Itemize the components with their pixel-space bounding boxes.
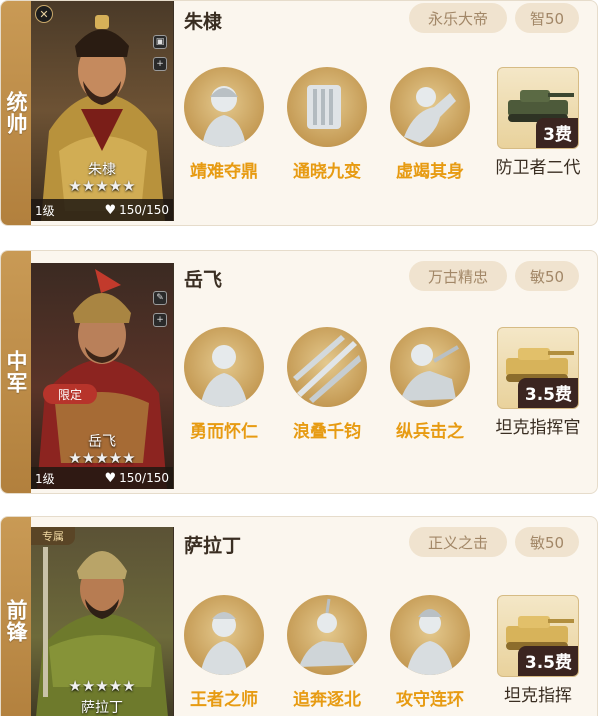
skill-slot[interactable]: 王者之师 — [181, 595, 267, 710]
title-pill: 正义之击 — [409, 527, 507, 557]
skill-label: 纵兵击之 — [396, 422, 464, 442]
add-icon[interactable]: + — [153, 57, 167, 71]
level-label: 1级 — [35, 203, 55, 218]
general-card-saladin[interactable]: 前锋 专属 ★★★★★ 萨拉丁 萨拉丁 正义之击 敏50 王者之师 追奔逐北 攻… — [0, 516, 598, 716]
skill-slot[interactable]: 靖难夺鼎 — [181, 67, 267, 182]
limited-badge: 限定 — [43, 384, 97, 404]
general-name: 朱棣 — [184, 11, 223, 33]
skill-icon — [200, 345, 248, 407]
skill-icon — [202, 86, 246, 147]
unit-label: 坦克指挥 — [504, 686, 572, 706]
title-pill: 永乐大帝 — [409, 3, 507, 33]
star-icon: ★★★★★ — [68, 677, 136, 695]
role-strip: 统帅 — [1, 1, 31, 225]
role-label: 前锋 — [4, 599, 28, 643]
general-portrait[interactable]: ✕ ▣ + 朱棣 ★★★★★ 1级 ♥ 150/150 — [31, 1, 174, 221]
role-strip: 前锋 — [1, 517, 31, 716]
skill-slot[interactable]: 追奔逐北 — [284, 595, 370, 710]
general-portrait[interactable]: ✎ + 岳飞 ★★★★★ 1级 ♥ 150/150 — [31, 263, 174, 489]
skill-icon — [404, 87, 456, 143]
skill-label: 勇而怀仁 — [190, 422, 258, 442]
skill-icon — [299, 598, 355, 667]
portrait-footer: 1级 ♥ 150/150 — [31, 467, 173, 489]
cost-badge: 3.5费 — [517, 646, 578, 676]
hp-value: 150/150 — [119, 471, 169, 485]
hp-display: ♥ 150/150 — [104, 203, 169, 218]
edit-icon[interactable]: ✎ — [153, 291, 167, 305]
general-portrait[interactable]: 专属 ★★★★★ 萨拉丁 — [31, 527, 174, 716]
close-icon[interactable]: ✕ — [35, 5, 53, 23]
unit-slot[interactable]: 3.5费 坦克指挥官 — [495, 327, 581, 439]
unit-slot[interactable]: 3费 防卫者二代 — [495, 67, 581, 179]
skill-slot[interactable]: 虚竭其身 — [387, 67, 473, 182]
skill-label: 浪叠千钧 — [293, 422, 361, 442]
hp-display: ♥ 150/150 — [104, 471, 169, 486]
skill-slot[interactable]: 浪叠千钧 — [284, 327, 370, 442]
general-card-yuefei[interactable]: 中军 ✎ + 岳飞 ★★★★★ 1级 ♥ 150/150 岳飞 万古精忠 敏50… — [0, 250, 598, 494]
heart-icon: ♥ — [104, 202, 117, 218]
skill-label: 攻守连环 — [396, 690, 464, 710]
hp-value: 150/150 — [119, 203, 169, 217]
skill-icon — [307, 85, 341, 129]
add-icon[interactable]: + — [153, 313, 167, 327]
skill-slot[interactable]: 通晓九变 — [284, 67, 370, 182]
portrait-footer: 1级 ♥ 150/150 — [31, 199, 173, 221]
skill-label: 靖难夺鼎 — [190, 162, 258, 182]
portrait-name: 岳飞 — [88, 434, 116, 450]
skill-slot[interactable]: 勇而怀仁 — [181, 327, 267, 442]
general-name: 岳飞 — [184, 269, 223, 291]
skill-icon — [400, 344, 460, 401]
stat-pill: 敏50 — [515, 527, 579, 557]
skill-icon — [406, 609, 454, 675]
cost-badge: 3.5费 — [517, 378, 578, 408]
skill-icon — [293, 335, 361, 403]
skill-label: 追奔逐北 — [293, 690, 361, 710]
skill-slot[interactable]: 攻守连环 — [387, 595, 473, 710]
portrait-name: 朱棣 — [88, 162, 116, 178]
exclusive-badge: 专属 — [31, 527, 75, 545]
unit-label: 防卫者二代 — [495, 158, 581, 178]
star-icon: ★★★★★ — [68, 449, 136, 467]
level-label: 1级 — [35, 471, 55, 486]
cost-badge: 3费 — [536, 118, 578, 148]
skill-icon — [200, 612, 248, 675]
unit-slot[interactable]: 3.5费 坦克指挥 — [495, 595, 581, 707]
role-strip: 中军 — [1, 251, 31, 493]
general-name: 萨拉丁 — [184, 535, 242, 557]
stat-pill: 敏50 — [515, 261, 579, 291]
star-icon: ★★★★★ — [68, 177, 136, 195]
heart-icon: ♥ — [104, 470, 117, 486]
skill-label: 王者之师 — [190, 690, 258, 710]
title-pill: 万古精忠 — [409, 261, 507, 291]
stat-pill: 智50 — [515, 3, 579, 33]
role-label: 中军 — [4, 350, 28, 394]
portrait-name: 萨拉丁 — [81, 700, 123, 716]
skill-slot[interactable]: 纵兵击之 — [387, 327, 473, 442]
unit-label: 坦克指挥官 — [495, 418, 581, 438]
general-card-zhudi[interactable]: 统帅 ✕ ▣ + 朱棣 ★★★★★ 1级 ♥ 150/150 朱棣 永乐大帝 智… — [0, 0, 598, 226]
skill-label: 通晓九变 — [293, 162, 361, 182]
skill-label: 虚竭其身 — [396, 162, 464, 182]
lock-icon: ▣ — [153, 35, 167, 49]
role-label: 统帅 — [4, 91, 28, 135]
